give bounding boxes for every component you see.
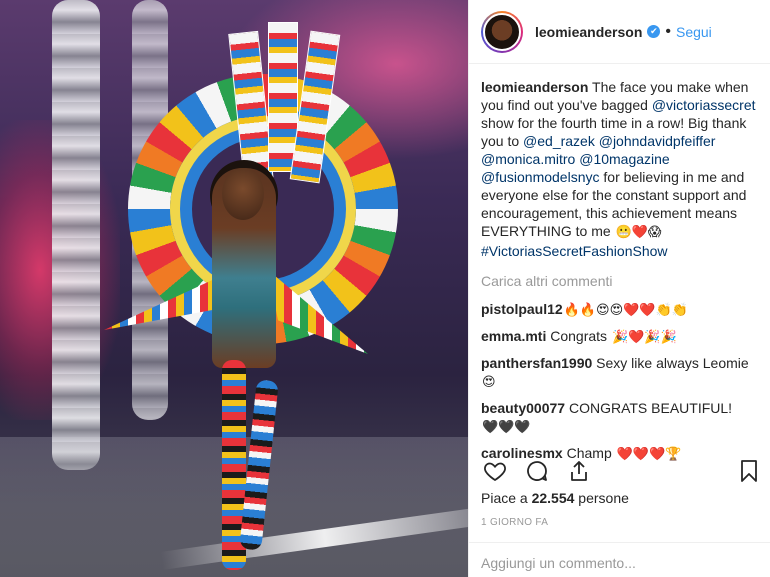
share-icon[interactable]	[565, 457, 593, 485]
post-sidebar: leomieanderson ✔ • Segui leomieanderson …	[468, 0, 770, 577]
avatar[interactable]	[481, 10, 523, 53]
comment-text: CONGRATS BEAUTIFUL!	[565, 400, 733, 416]
likes-prefix: Piace a	[481, 490, 532, 506]
follow-button[interactable]: Segui	[676, 24, 712, 40]
comment-text: Sexy like always Leomie	[592, 355, 749, 371]
comment-emojis: 🎉❤️🎉🎉	[611, 330, 677, 345]
caption-mention[interactable]: @victoriassecret	[652, 97, 756, 113]
comment-item: emma.mti Congrats 🎉❤️🎉🎉	[481, 327, 763, 347]
caption-mention[interactable]: @monica.mitro	[481, 151, 575, 167]
post-photo[interactable]	[0, 0, 468, 577]
comment-username[interactable]: panthersfan1990	[481, 355, 592, 371]
verified-badge-icon: ✔	[647, 25, 661, 38]
post-timestamp[interactable]: 1 GIORNO FA	[481, 517, 548, 528]
likes-suffix: persone	[574, 490, 629, 506]
post-caption: leomieanderson The face you make when yo…	[481, 78, 763, 260]
comment-emojis: 🔥🔥😍😍❤️❤️👏👏	[563, 303, 688, 318]
caption-username[interactable]: leomieanderson	[481, 79, 588, 95]
load-more-comments-button[interactable]: Carica altri commenti	[481, 272, 763, 290]
comment-username[interactable]: beauty00077	[481, 400, 565, 416]
bookmark-icon[interactable]	[735, 457, 763, 485]
comment-icon[interactable]	[523, 457, 551, 485]
heart-icon[interactable]	[481, 457, 509, 485]
caption-hashtag[interactable]: #VictoriasSecretFashionShow	[481, 243, 668, 259]
caption-mention[interactable]: @johndavidpfeiffer	[599, 133, 716, 149]
add-comment-input[interactable]	[481, 555, 751, 571]
comments-section: leomieanderson The face you make when yo…	[481, 78, 763, 471]
likes-count[interactable]: Piace a 22.554 persone	[481, 490, 629, 506]
post-actions	[481, 456, 763, 486]
caption-emojis: 😬❤️😱	[615, 225, 662, 240]
comment-emojis: 😍	[482, 375, 496, 390]
header-username[interactable]: leomieanderson	[535, 24, 642, 40]
post-header: leomieanderson ✔ • Segui	[469, 0, 770, 64]
comment-item: beauty00077 CONGRATS BEAUTIFUL! 🖤🖤🖤	[481, 399, 763, 437]
caption-mention[interactable]: @ed_razek	[523, 133, 595, 149]
comment-text: Congrats	[546, 328, 611, 344]
add-comment-bar	[469, 542, 770, 577]
comment-item: panthersfan1990 Sexy like always Leomie …	[481, 354, 763, 392]
separator-dot: •	[665, 22, 671, 40]
stage-pillar	[52, 0, 100, 470]
avatar-image	[483, 12, 521, 51]
likes-number: 22.554	[531, 490, 575, 506]
caption-mention[interactable]: @fusionmodelsnyc	[481, 169, 600, 185]
comment-username[interactable]: emma.mti	[481, 328, 546, 344]
comment-item: pistolpaul12🔥🔥😍😍❤️❤️👏👏	[481, 300, 763, 320]
model-head	[222, 168, 264, 220]
comment-emojis: 🖤🖤🖤	[482, 420, 531, 435]
comment-username[interactable]: pistolpaul12	[481, 301, 563, 317]
caption-mention[interactable]: @10magazine	[579, 151, 670, 167]
